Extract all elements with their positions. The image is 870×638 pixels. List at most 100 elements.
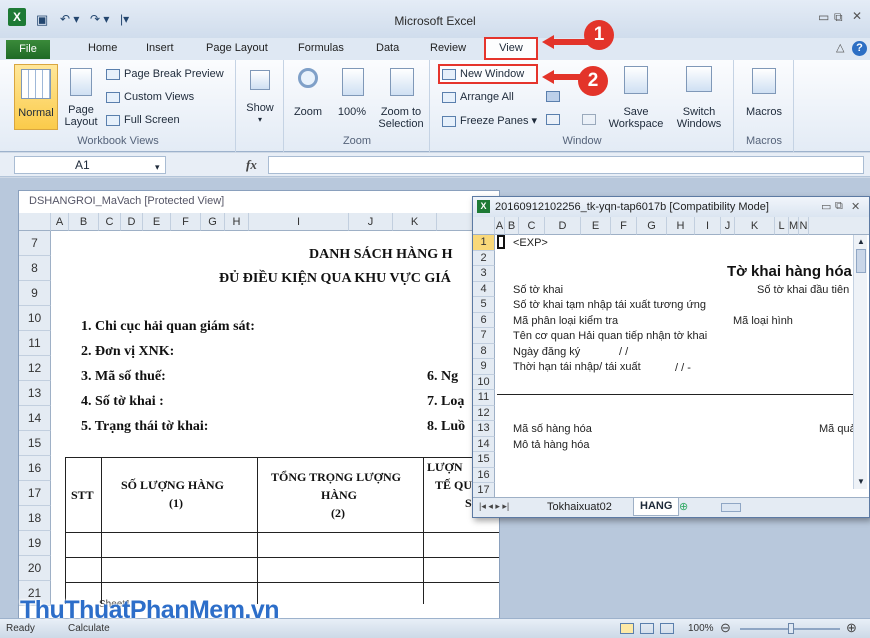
zoom-slider-thumb[interactable] — [788, 623, 794, 634]
insert-sheet-icon[interactable]: ⊕ — [679, 500, 688, 513]
win1-col-header[interactable]: K — [393, 213, 437, 231]
win1-row-header[interactable]: 12 — [19, 356, 51, 381]
win1-table: STT SỐ LƯỢNG HÀNG (1) TỔNG TRỌNG LƯỢNG H… — [65, 457, 499, 604]
win1-row-header[interactable]: 7 — [19, 231, 51, 256]
win2-line-label: Tên cơ quan Hải quan tiếp nhận tờ khai — [513, 330, 708, 342]
sheet-nav-icons[interactable]: |◂ ◂ ▸ ▸| — [479, 501, 509, 512]
name-box[interactable]: A1 ▾ — [14, 156, 166, 174]
win1-col-header[interactable]: J — [349, 213, 393, 231]
win1-row-header[interactable]: 16 — [19, 456, 51, 481]
tab-view[interactable]: View — [484, 37, 538, 60]
fx-icon[interactable]: fx — [246, 157, 257, 173]
normal-view-label: Normal — [18, 107, 54, 119]
page-break-preview-button[interactable]: Page Break Preview — [106, 68, 224, 80]
save-workspace-button[interactable]: Save Workspace — [606, 64, 666, 130]
win1-row-header[interactable]: 10 — [19, 306, 51, 331]
win1-item-3: 3. Mã số thuế: — [81, 369, 166, 384]
win1-row-header[interactable]: 18 — [19, 506, 51, 531]
table-col-qty: SỐ LƯỢNG HÀNG — [121, 478, 224, 492]
win1-corner[interactable] — [19, 213, 51, 231]
workbook-views-label: Workbook Views — [77, 135, 159, 147]
freeze-panes-button[interactable]: Freeze Panes ▾ — [442, 114, 537, 127]
minimize-icon[interactable]: ▭ — [818, 10, 829, 24]
hide-icon[interactable] — [546, 91, 560, 102]
win1-row-header[interactable]: 20 — [19, 556, 51, 581]
tab-formulas[interactable]: Formulas — [298, 42, 344, 54]
win1-col-header[interactable]: F — [171, 213, 201, 231]
win1-col-header[interactable]: H — [225, 213, 249, 231]
view-normal-icon[interactable] — [620, 623, 634, 634]
formula-input[interactable] — [268, 156, 864, 174]
sheet-tab-tokhaixuat02[interactable]: Tokhaixuat02 — [547, 501, 612, 513]
sync-scroll-icon[interactable] — [582, 114, 596, 125]
zoom-100-button[interactable]: 100% — [332, 64, 372, 130]
new-window-button[interactable]: New Window — [438, 64, 538, 84]
zoom-out-icon[interactable]: ⊖ — [720, 620, 731, 636]
table-col-3b: TẾ QU — [435, 478, 473, 492]
watermark-logo: ThuThuatPhanMem.vn — [20, 596, 280, 624]
win1-row-header[interactable]: 15 — [19, 431, 51, 456]
switch-windows-button[interactable]: Switch Windows — [668, 64, 730, 130]
scroll-thumb[interactable] — [856, 249, 866, 273]
macros-button[interactable]: Macros — [738, 64, 790, 130]
tab-data[interactable]: Data — [376, 42, 399, 54]
win1-row-header[interactable]: 9 — [19, 281, 51, 306]
callout-badge-2: 2 — [578, 66, 608, 96]
help-icon[interactable]: ? — [852, 41, 867, 56]
save-workspace-label-1: Save — [623, 106, 649, 118]
window-group-label: Window — [562, 135, 602, 147]
sheet-tab-hang[interactable]: HANG — [633, 498, 680, 516]
win1-heading-2: ĐỦ ĐIỀU KIỆN QUA KHU VỰC GIÁ — [219, 271, 451, 286]
page-layout-view-button[interactable]: Page Layout — [62, 64, 100, 130]
win1-col-header[interactable]: D — [121, 213, 143, 231]
win2-line-right: Mã quả — [819, 423, 856, 435]
win2-date-slashes-2: / / - — [675, 362, 691, 374]
restore-icon[interactable]: ⧉ — [834, 10, 843, 25]
show-icon — [250, 70, 270, 90]
close-icon[interactable]: ✕ — [852, 9, 862, 23]
win2-line-label: Mô tả hàng hóa — [513, 438, 590, 451]
workbook-window-compat: X 20160912102256_tk-yqn-tap6017b [Compat… — [472, 196, 870, 518]
zoom-in-icon[interactable]: ⊕ — [846, 620, 857, 636]
win1-col-header[interactable]: B — [69, 213, 99, 231]
win1-row-header[interactable]: 8 — [19, 256, 51, 281]
scroll-up-icon[interactable]: ▲ — [857, 237, 865, 246]
tab-review[interactable]: Review — [430, 42, 466, 54]
win1-row-header[interactable]: 11 — [19, 331, 51, 356]
zoom-selection-button[interactable]: Zoom to Selection — [376, 64, 426, 130]
win1-right-item-7: 7. Loạ — [427, 394, 465, 409]
arrange-all-button[interactable]: Arrange All — [442, 91, 514, 103]
tab-home[interactable]: Home — [88, 42, 117, 54]
page-layout-icon — [70, 68, 92, 96]
win1-row-header[interactable]: 14 — [19, 406, 51, 431]
win1-col-header[interactable]: E — [143, 213, 171, 231]
scroll-down-icon[interactable]: ▼ — [857, 477, 865, 486]
page-layout-label-1: Page — [68, 104, 94, 116]
win1-row-header[interactable]: 13 — [19, 381, 51, 406]
zoom-100-label: 100% — [337, 106, 367, 118]
win1-col-header[interactable]: A — [51, 213, 69, 231]
table-col-weight: TỔNG TRỌNG LƯỢNG — [271, 470, 402, 484]
full-screen-button[interactable]: Full Screen — [106, 114, 180, 126]
win1-col-header[interactable]: G — [201, 213, 225, 231]
tab-page-layout[interactable]: Page Layout — [206, 42, 268, 54]
view-page-break-icon[interactable] — [660, 623, 674, 634]
zoom-button[interactable]: Zoom — [288, 64, 328, 130]
hscroll-thumb[interactable] — [721, 503, 741, 512]
win2-vscroll[interactable]: ▲ ▼ — [853, 235, 867, 489]
normal-view-button[interactable]: Normal — [14, 64, 58, 130]
tab-insert[interactable]: Insert — [146, 42, 174, 54]
view-page-layout-icon[interactable] — [640, 623, 654, 634]
table-col-stt: STT — [71, 488, 94, 502]
win1-col-header[interactable]: I — [249, 213, 349, 231]
table-row-line — [65, 582, 499, 583]
collapse-ribbon-icon[interactable]: △ — [836, 41, 844, 54]
custom-views-icon — [106, 91, 120, 103]
win1-col-header[interactable]: C — [99, 213, 121, 231]
win1-row-header[interactable]: 19 — [19, 531, 51, 556]
custom-views-button[interactable]: Custom Views — [106, 91, 194, 103]
win1-row-header[interactable]: 17 — [19, 481, 51, 506]
split-icon[interactable] — [546, 114, 560, 125]
tab-file[interactable]: File — [6, 40, 50, 59]
show-button[interactable]: Show ▾ — [240, 68, 280, 124]
